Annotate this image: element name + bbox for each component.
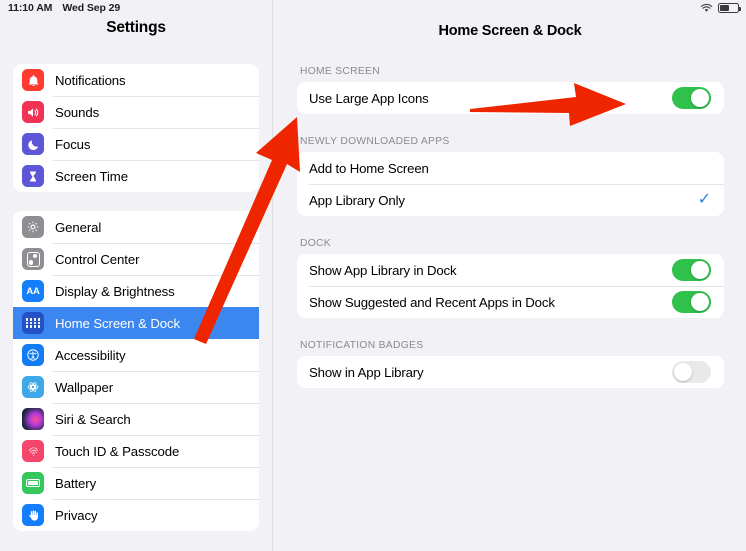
app-grid-icon [22, 312, 44, 334]
row-label: Add to Home Screen [309, 160, 429, 176]
row-use-large-app-icons[interactable]: Use Large App Icons [297, 82, 724, 114]
settings-sections: HOME SCREEN Use Large App Icons NEWLY DO… [297, 66, 724, 388]
page-title: Home Screen & Dock [438, 23, 582, 39]
sidebar-item-label: Focus [55, 136, 91, 152]
sidebar-item-home-screen-dock[interactable]: Home Screen & Dock [13, 307, 259, 339]
battery-icon [718, 3, 741, 13]
sidebar-groups: Notifications Sounds Focus Screen Time G… [13, 64, 259, 550]
status-time: 11:10 AM [8, 2, 53, 14]
sidebar-item-siri-search[interactable]: Siri & Search [13, 403, 259, 435]
sidebar-item-label: Siri & Search [55, 411, 131, 427]
status-date: Wed Sep 29 [62, 2, 121, 14]
section-header-dock: DOCK [300, 238, 331, 249]
sidebar-item-label: Control Center [55, 251, 140, 267]
row-label: Use Large App Icons [309, 90, 429, 106]
aa-text-icon: AA [22, 280, 44, 302]
row-app-library-only[interactable]: App Library Only ✓ [297, 184, 724, 216]
bell-icon [22, 69, 44, 91]
sidebar-item-display-brightness[interactable]: AA Display & Brightness [13, 275, 259, 307]
flower-icon [22, 376, 44, 398]
section-card-newly-downloaded-apps: Add to Home Screen App Library Only ✓ [297, 152, 724, 216]
sidebar-item-label: Accessibility [55, 347, 126, 363]
settings-sidebar: Settings Notifications Sounds Focus Scre… [0, 0, 273, 551]
ipad-settings-screen: 11:10 AM Wed Sep 29 Settings Notificatio… [0, 0, 746, 551]
sidebar-item-battery[interactable]: Battery [13, 467, 259, 499]
sidebar-item-wallpaper[interactable]: Wallpaper [13, 371, 259, 403]
sidebar-item-privacy[interactable]: Privacy [13, 499, 259, 531]
section-header-notification-badges: NOTIFICATION BADGES [300, 340, 424, 351]
sidebar-item-label: Display & Brightness [55, 283, 175, 299]
sidebar-item-control-center[interactable]: Control Center [13, 243, 259, 275]
accessibility-person-icon [22, 344, 44, 366]
status-bar: 11:10 AM Wed Sep 29 [0, 0, 746, 18]
sidebar-item-label: Wallpaper [55, 379, 113, 395]
battery-icon [22, 472, 44, 494]
sidebar-title: Settings [106, 19, 166, 36]
section-card-dock: Show App Library in Dock Show Suggested … [297, 254, 724, 318]
toggle-show-in-app-library[interactable] [672, 361, 711, 383]
section-header-newly-downloaded-apps: NEWLY DOWNLOADED APPS [300, 136, 450, 147]
section-header-home-screen: HOME SCREEN [300, 66, 380, 77]
toggle-use-large-app-icons[interactable] [672, 87, 711, 109]
row-label: Show Suggested and Recent Apps in Dock [309, 294, 555, 310]
row-label: App Library Only [309, 192, 405, 208]
section-card-notification-badges: Show in App Library [297, 356, 724, 388]
sidebar-item-notifications[interactable]: Notifications [13, 64, 259, 96]
section-card-home-screen: Use Large App Icons [297, 82, 724, 114]
moon-icon [22, 133, 44, 155]
sidebar-item-focus[interactable]: Focus [13, 128, 259, 160]
sidebar-item-label: Screen Time [55, 168, 128, 184]
row-show-app-library-in-dock[interactable]: Show App Library in Dock [297, 254, 724, 286]
sidebar-item-label: Sounds [55, 104, 100, 120]
speaker-icon [22, 101, 44, 123]
hourglass-icon [22, 165, 44, 187]
sidebar-item-screen-time[interactable]: Screen Time [13, 160, 259, 192]
row-label: Show in App Library [309, 364, 424, 380]
row-label: Show App Library in Dock [309, 262, 457, 278]
sidebar-item-sounds[interactable]: Sounds [13, 96, 259, 128]
detail-pane: Home Screen & Dock HOME SCREEN Use Large… [274, 0, 746, 551]
sidebar-item-touch-id-passcode[interactable]: Touch ID & Passcode [13, 435, 259, 467]
sliders-icon [22, 248, 44, 270]
siri-orb-icon [22, 408, 44, 430]
row-show-in-app-library[interactable]: Show in App Library [297, 356, 724, 388]
fingerprint-icon [22, 440, 44, 462]
sidebar-item-label: General [55, 219, 102, 235]
sidebar-item-general[interactable]: General [13, 211, 259, 243]
sidebar-group-1: Notifications Sounds Focus Screen Time [13, 64, 259, 192]
status-bar-right [700, 3, 741, 13]
wifi-icon [700, 3, 713, 12]
status-bar-left: 11:10 AM Wed Sep 29 [8, 2, 120, 14]
checkmark-icon: ✓ [697, 191, 711, 208]
sidebar-item-accessibility[interactable]: Accessibility [13, 339, 259, 371]
sidebar-group-2: General Control Center AA Display & Brig… [13, 211, 259, 531]
hand-icon [22, 504, 44, 526]
toggle-show-suggested-recent-apps[interactable] [672, 291, 711, 313]
row-add-to-home-screen[interactable]: Add to Home Screen [297, 152, 724, 184]
sidebar-item-label: Home Screen & Dock [55, 315, 180, 331]
sidebar-item-label: Touch ID & Passcode [55, 443, 180, 459]
row-show-suggested-recent-apps-in-dock[interactable]: Show Suggested and Recent Apps in Dock [297, 286, 724, 318]
sidebar-item-label: Battery [55, 475, 97, 491]
toggle-show-app-library-in-dock[interactable] [672, 259, 711, 281]
sidebar-item-label: Notifications [55, 72, 126, 88]
gear-icon [22, 216, 44, 238]
sidebar-item-label: Privacy [55, 507, 98, 523]
